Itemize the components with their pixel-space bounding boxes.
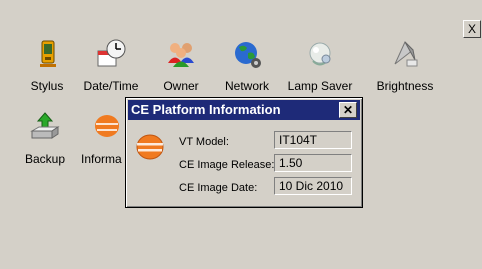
date-time-item[interactable]: Date/Time: [80, 38, 142, 93]
brightness-item[interactable]: Brightness: [372, 38, 438, 93]
lamp-saver-label: Lamp Saver: [287, 79, 353, 93]
stylus-item[interactable]: Stylus: [28, 38, 66, 93]
backup-item[interactable]: Backup: [24, 111, 66, 166]
owner-item[interactable]: Owner: [159, 38, 203, 93]
owner-label: Owner: [163, 79, 199, 93]
lamp-saver-icon: [304, 38, 336, 70]
ce-logo-icon: [135, 132, 165, 162]
ce-image-release-label: CE Image Release:: [179, 159, 275, 171]
network-item[interactable]: Network: [222, 38, 272, 93]
dialog-titlebar[interactable]: CE Platform Information ✕: [128, 100, 360, 120]
vt-model-value: IT104T: [274, 131, 352, 149]
owner-icon: [165, 38, 197, 70]
information-icon: [93, 111, 125, 143]
information-item[interactable]: Informa: [81, 111, 125, 166]
date-time-icon: [95, 38, 127, 70]
lamp-saver-item[interactable]: Lamp Saver: [285, 38, 355, 93]
date-time-label: Date/Time: [83, 79, 139, 93]
ce-image-release-value: 1.50: [274, 154, 352, 172]
network-icon: [231, 38, 263, 70]
dialog-close-button[interactable]: ✕: [339, 102, 357, 118]
backup-icon: [29, 111, 61, 143]
brightness-icon: [389, 38, 421, 70]
stylus-label: Stylus: [30, 79, 64, 93]
dialog-title: CE Platform Information: [131, 102, 281, 117]
control-panel-close-button[interactable]: X: [463, 20, 481, 38]
brightness-label: Brightness: [376, 79, 434, 93]
ce-platform-information-dialog: CE Platform Information ✕ VT Model: IT10…: [125, 97, 363, 208]
ce-image-date-value: 10 Dic 2010: [274, 177, 352, 195]
control-panel: X Stylus Date/Time Owner Network Lamp Sa…: [0, 0, 482, 269]
stylus-icon: [31, 38, 63, 70]
backup-label: Backup: [24, 152, 66, 166]
information-label: Informa: [81, 152, 122, 166]
vt-model-label: VT Model:: [179, 136, 229, 148]
ce-image-date-label: CE Image Date:: [179, 182, 258, 194]
network-label: Network: [224, 79, 269, 93]
